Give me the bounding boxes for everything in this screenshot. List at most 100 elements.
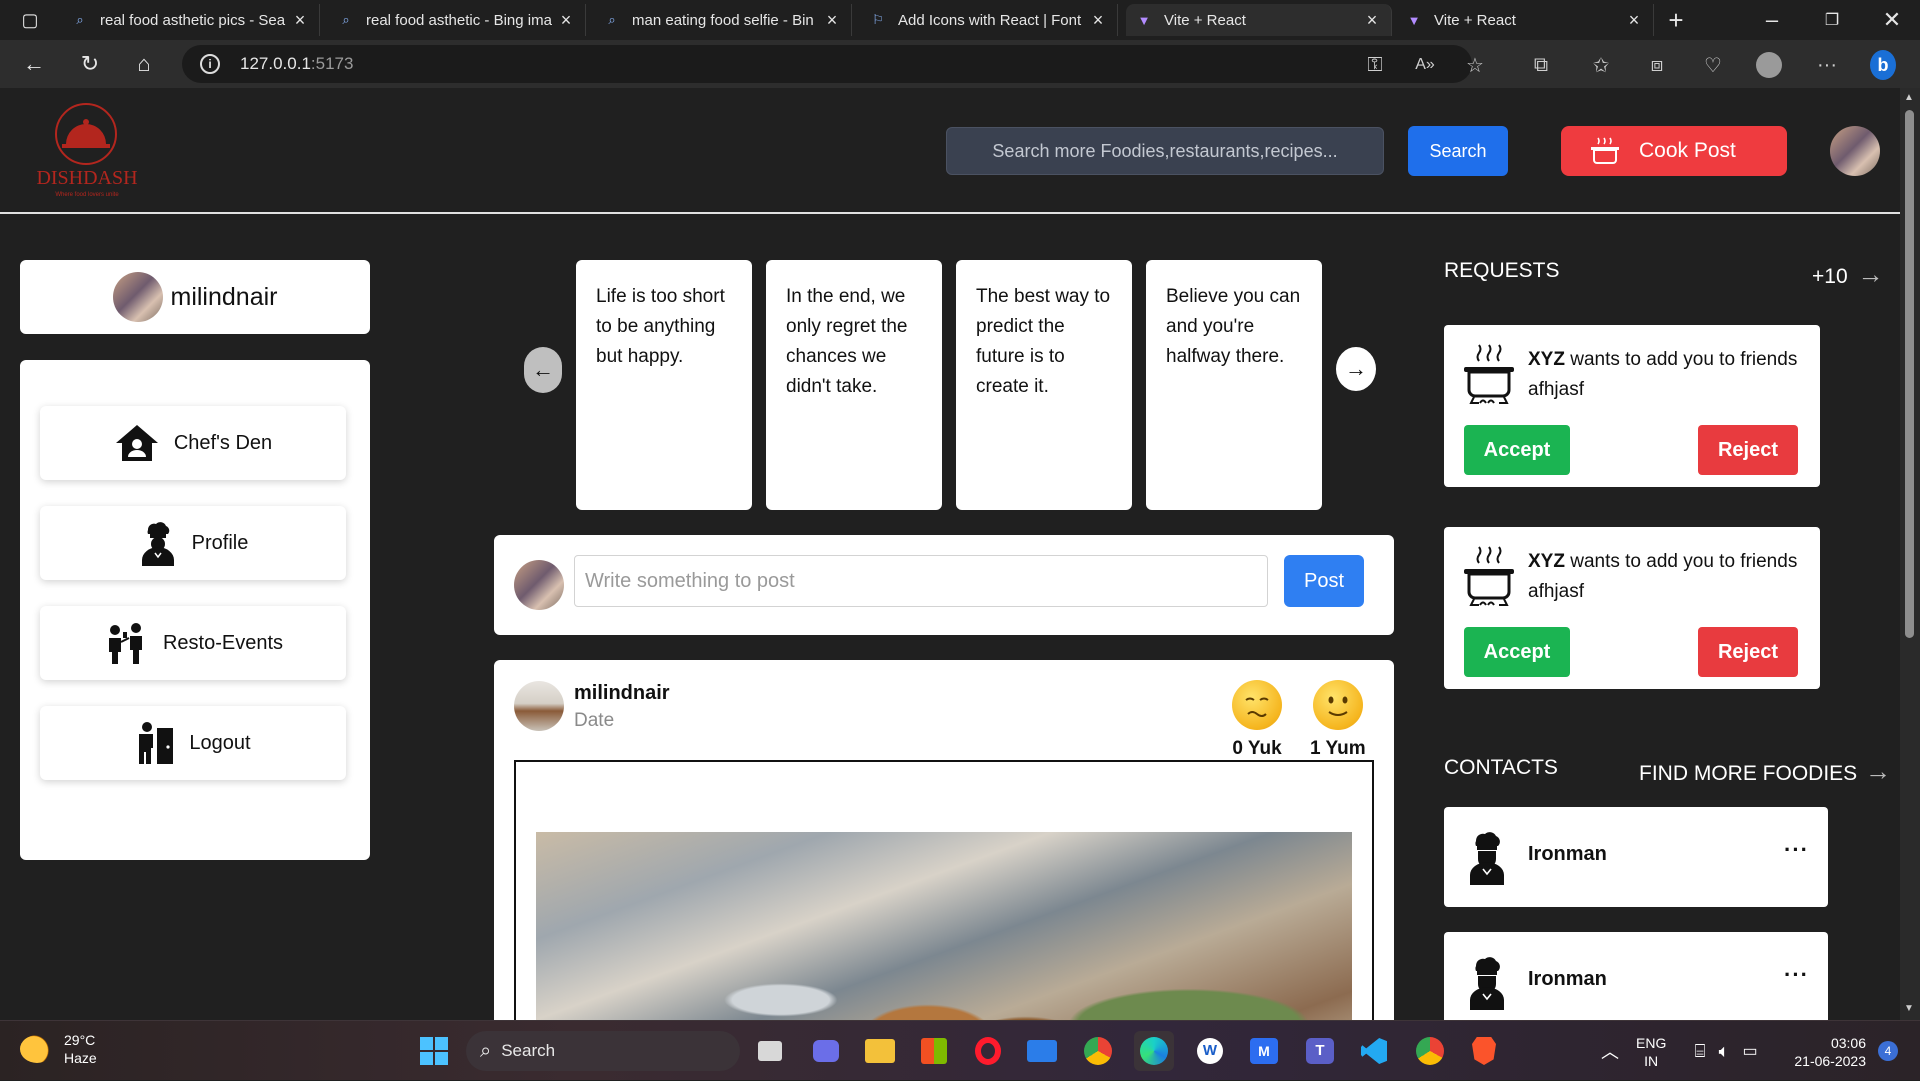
performance-icon[interactable]: ♡ (1700, 52, 1726, 78)
browser-tab[interactable]: ⌕ man eating food selfie - Bin × (594, 4, 852, 36)
header-avatar[interactable] (1830, 126, 1880, 176)
scroll-down-icon[interactable]: ▼ (1904, 1003, 1914, 1014)
page-scrollbar[interactable]: ▲ ▼ (1900, 88, 1920, 1020)
carousel-next-button[interactable]: → (1336, 347, 1376, 391)
request-sender[interactable]: XYZ (1528, 349, 1565, 370)
accept-button[interactable]: Accept (1464, 627, 1570, 677)
yum-reaction[interactable]: 1 Yum (1310, 680, 1366, 760)
sidebar-item-chefs-den[interactable]: Chef's Den (40, 406, 346, 480)
microsoft-store-icon[interactable] (914, 1031, 954, 1071)
back-icon[interactable]: ← (18, 48, 50, 80)
cook-post-button[interactable]: Cook Post (1561, 126, 1787, 176)
app-viewport: DISHDASH Where food lovers unite Search … (0, 88, 1900, 1020)
sidebar-item-logout[interactable]: Logout (40, 706, 346, 780)
avatar (514, 560, 564, 610)
browser-tab[interactable]: ⌕ real food asthetic - Bing ima × (328, 4, 586, 36)
read-aloud-icon[interactable]: A» (1412, 52, 1438, 78)
weather-widget[interactable]: 29°C Haze (20, 1031, 97, 1067)
request-text: XYZ wants to add you to friends afhjasf (1528, 547, 1808, 607)
requests-more-link[interactable]: +10 → (1812, 259, 1883, 290)
reject-button[interactable]: Reject (1698, 627, 1798, 677)
contact-card[interactable]: Ironman ··· (1444, 932, 1828, 1020)
carousel-prev-button[interactable]: ← (524, 347, 562, 393)
tab-close-icon[interactable]: × (1363, 10, 1381, 31)
home-icon[interactable]: ⌂ (128, 48, 160, 80)
app-w-icon[interactable]: W (1190, 1031, 1230, 1071)
tab-close-icon[interactable]: × (291, 10, 309, 31)
url-field[interactable]: i 127.0.0.1:5173 (182, 45, 1472, 83)
find-more-foodies-link[interactable]: FIND MORE FOODIES → (1639, 756, 1891, 787)
browser-tab-active[interactable]: ▼ Vite + React × (1126, 4, 1392, 36)
favorite-star-icon[interactable]: ☆ (1462, 52, 1488, 78)
bing-chat-icon[interactable]: b (1870, 50, 1896, 80)
quote-text: Believe you can and you're halfway there… (1166, 286, 1301, 367)
request-sender[interactable]: XYZ (1528, 551, 1565, 572)
vscode-icon[interactable] (1354, 1031, 1394, 1071)
opera-icon[interactable] (968, 1031, 1008, 1071)
sidebar-item-profile[interactable]: Profile (40, 506, 346, 580)
browser-tab[interactable]: ▼ Vite + React × (1396, 4, 1654, 36)
minimize-icon[interactable]: – (1756, 4, 1788, 36)
tab-close-icon[interactable]: × (557, 10, 575, 31)
maximize-icon[interactable]: ❐ (1816, 4, 1848, 36)
more-options-icon[interactable]: ··· (1784, 837, 1809, 863)
collections-icon[interactable]: ⧈ (1644, 52, 1670, 78)
battery-icon[interactable]: ▭ (1730, 1031, 1770, 1071)
tab-title: man eating food selfie - Bin (632, 11, 814, 29)
profile-icon[interactable] (1756, 52, 1782, 78)
brave-icon[interactable] (1464, 1031, 1504, 1071)
yuk-reaction[interactable]: 0 Yuk (1232, 680, 1282, 760)
browser-tab[interactable]: ⌕ real food asthetic pics - Sea × (62, 4, 320, 36)
windows-start-icon[interactable] (414, 1031, 454, 1071)
refresh-icon[interactable]: ↻ (74, 48, 106, 80)
clock-time: 03:06 (1830, 1035, 1866, 1051)
edge-browser-icon[interactable] (1134, 1031, 1174, 1071)
new-tab-icon[interactable]: + (1660, 4, 1692, 36)
accept-button[interactable]: Accept (1464, 425, 1570, 475)
language-indicator[interactable]: ENG IN (1636, 1034, 1666, 1070)
clock[interactable]: 03:06 21-06-2023 (1786, 1034, 1866, 1070)
scroll-thumb[interactable] (1905, 110, 1914, 638)
mail-icon[interactable] (1022, 1031, 1062, 1071)
favorites-icon[interactable]: ✩ (1588, 52, 1614, 78)
more-menu-icon[interactable]: ··· (1814, 52, 1840, 78)
post-input[interactable] (574, 555, 1268, 607)
extensions-icon[interactable]: ⧉ (1528, 52, 1554, 78)
file-explorer-icon[interactable] (860, 1031, 900, 1071)
arrow-right-icon: → (1345, 356, 1367, 381)
teams-meet-icon[interactable] (806, 1031, 846, 1071)
search-input[interactable] (946, 127, 1384, 175)
dishdash-logo[interactable]: DISHDASH Where food lovers unite (30, 102, 150, 202)
user-card[interactable]: milindnair (20, 260, 370, 334)
tab-close-icon[interactable]: × (1089, 10, 1107, 31)
tray-overflow-icon[interactable]: ︿ (1590, 1031, 1630, 1071)
contact-card[interactable]: Ironman ··· (1444, 807, 1828, 907)
reject-button[interactable]: Reject (1698, 425, 1798, 475)
browser-tab-bar: ▢ ⌕ real food asthetic pics - Sea × ⌕ re… (0, 0, 1920, 40)
post-author-avatar[interactable] (514, 681, 564, 731)
tab-actions-icon[interactable]: ▢ (14, 4, 46, 36)
post-author-name[interactable]: milindnair (574, 682, 670, 705)
food-image[interactable] (536, 832, 1352, 1020)
teams-icon[interactable]: T (1300, 1031, 1340, 1071)
tab-close-icon[interactable]: × (823, 10, 841, 31)
site-info-icon[interactable]: i (200, 54, 220, 74)
browser-tab[interactable]: ⚐ Add Icons with React | Font × (860, 4, 1118, 36)
taskbar-search[interactable]: ⌕ Search (466, 1031, 740, 1071)
tab-close-icon[interactable]: × (1625, 10, 1643, 31)
weather-temperature: 29°C (64, 1032, 96, 1048)
close-window-icon[interactable]: ✕ (1876, 4, 1908, 36)
task-view-icon[interactable] (750, 1031, 790, 1071)
sidebar-item-resto-events[interactable]: Resto-Events (40, 606, 346, 680)
notification-badge[interactable]: 4 (1878, 1041, 1898, 1061)
yuk-count: 0 Yuk (1232, 738, 1282, 759)
key-icon[interactable]: ⚿ (1362, 52, 1388, 78)
chrome-profile-icon[interactable] (1078, 1031, 1118, 1071)
scroll-up-icon[interactable]: ▲ (1904, 92, 1914, 103)
app-m-icon[interactable]: M (1244, 1031, 1284, 1071)
post-button[interactable]: Post (1284, 555, 1364, 607)
more-options-icon[interactable]: ··· (1784, 962, 1809, 988)
chrome-icon[interactable] (1410, 1031, 1450, 1071)
search-button[interactable]: Search (1408, 126, 1508, 176)
arrow-left-icon: ← (532, 357, 554, 382)
